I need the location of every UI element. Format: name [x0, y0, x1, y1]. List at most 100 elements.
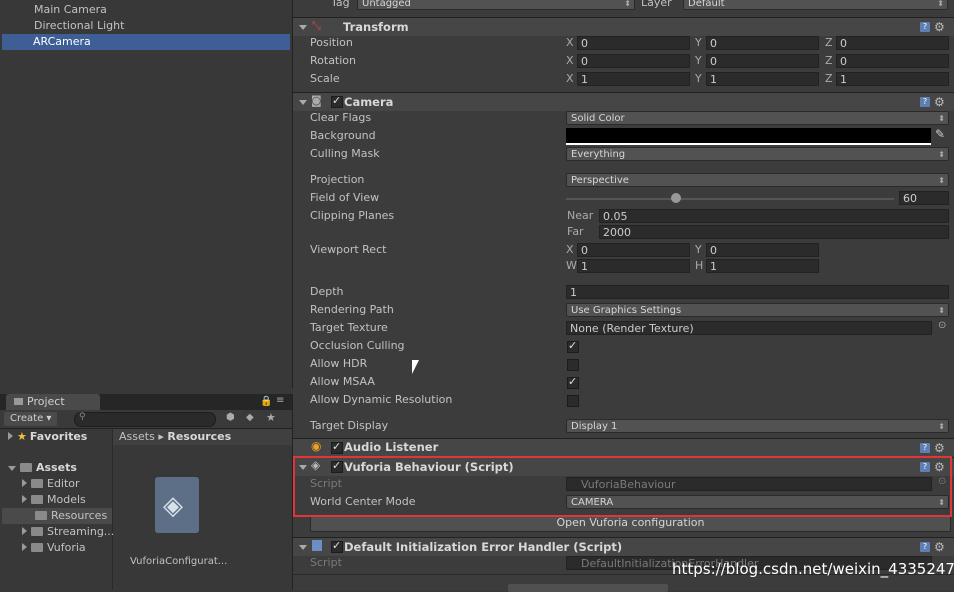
- unity-asset-icon[interactable]: ◈: [155, 477, 199, 533]
- expand-icon[interactable]: [8, 432, 13, 440]
- tree-item-models[interactable]: Models: [22, 492, 86, 508]
- fov-field[interactable]: 60: [899, 191, 949, 205]
- fold-icon[interactable]: [299, 25, 307, 30]
- audio-listener-checkbox[interactable]: [331, 440, 343, 454]
- tree-item-resources[interactable]: Resources: [2, 508, 112, 524]
- camera-enabled-checkbox[interactable]: [331, 94, 343, 108]
- asset-name[interactable]: VuforiaConfigurat...: [130, 556, 227, 567]
- add-component-button[interactable]: [508, 584, 668, 592]
- tab-project[interactable]: Project: [6, 394, 100, 410]
- culling-mask-dropdown[interactable]: Everything: [566, 147, 949, 161]
- near-field[interactable]: 0.05: [599, 209, 949, 223]
- target-texture-field[interactable]: None (Render Texture): [566, 321, 932, 335]
- hierarchy-item-main-camera[interactable]: Main Camera: [34, 2, 107, 18]
- eyedropper-icon[interactable]: ✎: [935, 127, 945, 141]
- lock-icon[interactable]: 🔒: [260, 396, 272, 407]
- scale-z-field[interactable]: 1: [836, 72, 949, 86]
- viewport-x-field[interactable]: 0: [577, 243, 690, 257]
- fov-slider-track[interactable]: [566, 198, 894, 200]
- transform-header[interactable]: ⤡ Transform ? ⚙: [293, 17, 954, 36]
- expand-icon[interactable]: [22, 495, 27, 503]
- gear-icon[interactable]: ⚙: [934, 95, 945, 109]
- create-label: Create: [10, 413, 44, 424]
- viewport-rect-label: Viewport Rect: [310, 243, 387, 256]
- tree-item-editor[interactable]: Editor: [22, 476, 80, 492]
- collapse-icon[interactable]: [8, 466, 16, 471]
- help-icon[interactable]: ?: [920, 443, 930, 453]
- fold-icon[interactable]: [299, 100, 307, 105]
- create-button[interactable]: Create ▾: [4, 412, 58, 426]
- hierarchy-item-arcamera[interactable]: ARCamera: [2, 34, 290, 50]
- vp-y-label: Y: [695, 243, 702, 256]
- occlusion-culling-checkbox[interactable]: [567, 339, 579, 353]
- expand-icon[interactable]: [22, 527, 27, 535]
- breadcrumb-resources[interactable]: Resources: [167, 430, 231, 443]
- position-z-field[interactable]: 0: [836, 36, 949, 50]
- layer-dropdown[interactable]: Default: [683, 0, 948, 10]
- allow-msaa-checkbox[interactable]: [567, 375, 579, 389]
- clear-flags-dropdown[interactable]: Solid Color: [566, 111, 949, 125]
- camera-header[interactable]: ◙ Camera ? ⚙: [293, 92, 954, 111]
- filter-type-icon[interactable]: ⬢: [226, 412, 235, 423]
- open-vuforia-configuration-button[interactable]: Open Vuforia configuration: [310, 515, 951, 532]
- depth-label: Depth: [310, 285, 344, 298]
- hierarchy-item-directional-light[interactable]: Directional Light: [34, 18, 124, 34]
- error-handler-header[interactable]: Default Initialization Error Handler (Sc…: [293, 537, 954, 556]
- tree-item-streaming[interactable]: Streaming...: [22, 524, 114, 540]
- fov-label: Field of View: [310, 191, 380, 204]
- viewport-h-field[interactable]: 1: [706, 259, 819, 273]
- rotation-y-field[interactable]: 0: [706, 54, 819, 68]
- viewport-w-field[interactable]: 1: [577, 259, 690, 273]
- axis-z-label: Z: [825, 72, 833, 85]
- scale-y-field[interactable]: 1: [706, 72, 819, 86]
- project-tabbar: Project 🔒 ≡: [0, 394, 292, 410]
- near-label: Near: [567, 209, 594, 222]
- rotation-x-field[interactable]: 0: [577, 54, 690, 68]
- label-icon[interactable]: ◆: [246, 412, 254, 423]
- projection-dropdown[interactable]: Perspective: [566, 173, 949, 187]
- background-color-swatch[interactable]: [566, 128, 931, 145]
- axis-y-label: Y: [695, 72, 702, 85]
- breadcrumb: Assets ▸ Resources: [113, 429, 292, 445]
- object-picker-icon[interactable]: ⊙: [938, 320, 946, 331]
- breadcrumb-assets[interactable]: Assets: [119, 430, 155, 443]
- gear-icon[interactable]: ⚙: [934, 540, 945, 554]
- tree-item-vuforia[interactable]: Vuforia: [22, 540, 86, 556]
- position-y-field[interactable]: 0: [706, 36, 819, 50]
- rotation-z-field[interactable]: 0: [836, 54, 949, 68]
- allow-dynamic-resolution-checkbox[interactable]: [567, 395, 579, 407]
- gear-icon[interactable]: ⚙: [934, 441, 945, 455]
- help-icon[interactable]: ?: [920, 22, 930, 32]
- error-handler-checkbox[interactable]: [331, 539, 343, 553]
- tree-item-favorites[interactable]: ★ Favorites: [8, 429, 87, 445]
- tree-item-assets[interactable]: Assets: [8, 460, 77, 476]
- expand-icon[interactable]: [22, 479, 27, 487]
- folder-label: Vuforia: [47, 541, 86, 554]
- axis-x-label: X: [566, 72, 574, 85]
- search-input[interactable]: ⚲: [74, 412, 216, 427]
- rendering-path-dropdown[interactable]: Use Graphics Settings: [566, 303, 949, 317]
- far-field[interactable]: 2000: [599, 225, 949, 239]
- star-icon[interactable]: ★: [266, 411, 276, 424]
- allow-hdr-checkbox[interactable]: [567, 359, 579, 371]
- gear-icon[interactable]: ⚙: [934, 20, 945, 34]
- help-icon[interactable]: ?: [920, 97, 930, 107]
- help-icon[interactable]: ?: [920, 542, 930, 552]
- viewport-y-field[interactable]: 0: [706, 243, 819, 257]
- star-icon: ★: [17, 430, 27, 443]
- tag-dropdown[interactable]: Untagged: [357, 0, 635, 10]
- target-display-dropdown[interactable]: Display 1: [566, 419, 949, 433]
- menu-icon[interactable]: ≡: [276, 395, 284, 406]
- position-x-field[interactable]: 0: [577, 36, 690, 50]
- audio-listener-title: Audio Listener: [344, 440, 439, 454]
- depth-field[interactable]: 1: [566, 285, 949, 299]
- scale-x-field[interactable]: 1: [577, 72, 690, 86]
- allow-msaa-label: Allow MSAA: [310, 375, 375, 388]
- camera-title: Camera: [344, 95, 394, 109]
- fov-slider-handle[interactable]: [671, 193, 681, 203]
- audio-listener-header[interactable]: ◉ Audio Listener ? ⚙: [293, 438, 954, 456]
- fold-icon[interactable]: [299, 545, 307, 550]
- tab-project-label: Project: [27, 395, 65, 408]
- folder-label: Editor: [47, 477, 80, 490]
- expand-icon[interactable]: [22, 543, 27, 551]
